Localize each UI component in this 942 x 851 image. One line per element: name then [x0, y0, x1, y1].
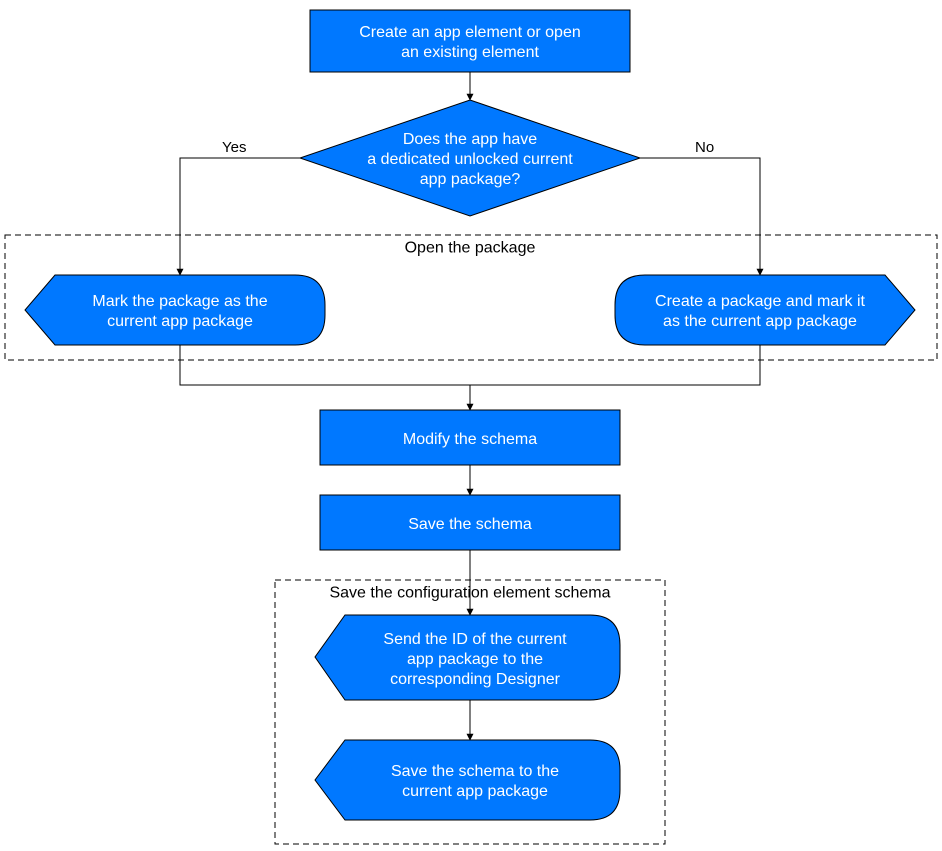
node-decision-line2: a dedicated unlocked current	[367, 151, 573, 168]
label-no: No	[695, 139, 714, 156]
node-send-id-line2: app package to the	[407, 651, 543, 668]
node-save-to-package-line1: Save the schema to the	[391, 763, 559, 780]
node-start-line2: an existing element	[401, 44, 539, 61]
edge-merge-to-modify	[180, 345, 760, 385]
label-yes: Yes	[222, 139, 246, 156]
node-create-package-line1: Create a package and mark it	[655, 293, 865, 310]
node-send-id: Send the ID of the current app package t…	[315, 615, 620, 700]
node-send-id-line1: Send the ID of the current	[383, 631, 567, 648]
flowchart: Create an app element or open an existin…	[0, 0, 942, 851]
node-start-line1: Create an app element or open	[359, 24, 580, 41]
node-start: Create an app element or open an existin…	[310, 10, 630, 72]
node-mark-package-line2: current app package	[107, 313, 253, 330]
node-save-schema-line1: Save the schema	[408, 516, 532, 533]
node-decision: Does the app have a dedicated unlocked c…	[300, 100, 640, 216]
node-modify-schema: Modify the schema	[320, 410, 620, 465]
node-save-to-package: Save the schema to the current app packa…	[315, 740, 620, 820]
group-open-package-label: Open the package	[405, 239, 536, 256]
node-modify-schema-line1: Modify the schema	[403, 431, 537, 448]
edge-decision-no	[640, 158, 760, 275]
node-create-package: Create a package and mark it as the curr…	[615, 275, 915, 345]
node-mark-package: Mark the package as the current app pack…	[25, 275, 325, 345]
node-save-to-package-line2: current app package	[402, 783, 548, 800]
node-decision-line1: Does the app have	[403, 131, 537, 148]
edge-decision-yes	[180, 158, 300, 275]
node-create-package-line2: as the current app package	[663, 313, 857, 330]
node-mark-package-line1: Mark the package as the	[92, 293, 267, 310]
node-send-id-line3: corresponding Designer	[390, 671, 561, 688]
node-decision-line3: app package?	[420, 171, 521, 188]
node-save-schema: Save the schema	[320, 495, 620, 550]
